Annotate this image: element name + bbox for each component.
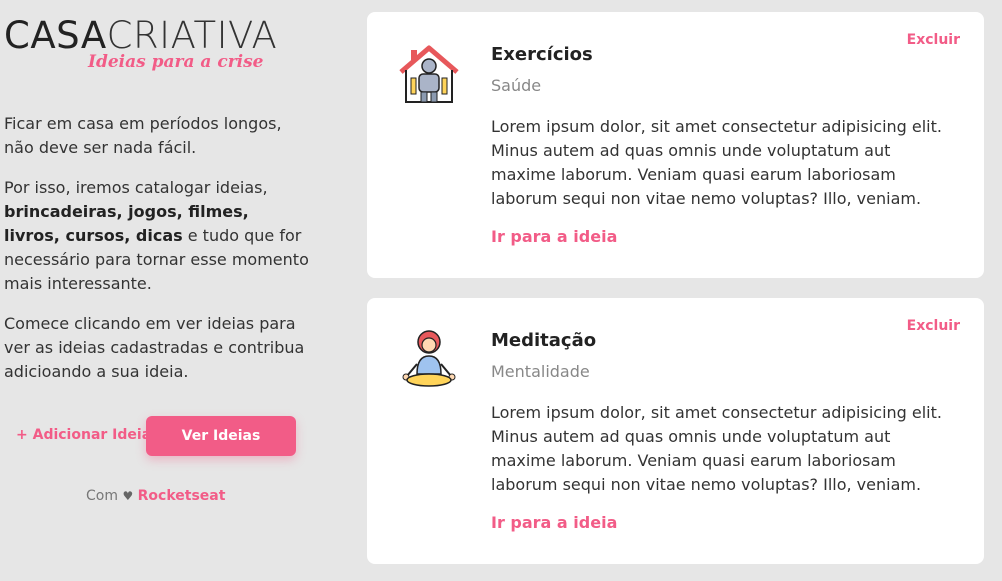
footer: Com ♥ Rocketseat	[86, 488, 225, 504]
meditation-icon	[397, 328, 461, 392]
intro-p2-before: Por isso, iremos catalogar ideias,	[4, 178, 268, 197]
idea-category: Mentalidade	[491, 362, 590, 381]
idea-description: Lorem ipsum dolor, sit amet consectetur …	[491, 403, 942, 494]
logo-light: CRIATIVA	[106, 14, 278, 57]
logo-tagline: Ideias para a crise	[88, 52, 264, 72]
intro-paragraph-3: Comece clicando em ver ideias para ver a…	[4, 314, 305, 381]
delete-button[interactable]: Excluir	[907, 318, 960, 334]
intro-text: Ficar em casa em períodos longos, não de…	[4, 112, 310, 400]
home-exercise-icon	[397, 42, 461, 106]
sidebar: CASACRIATIVA Ideias para a crise Ficar e…	[0, 0, 320, 581]
go-to-idea-link[interactable]: Ir para a ideia	[491, 513, 617, 532]
footer-brand-link[interactable]: Rocketseat	[138, 488, 226, 504]
idea-card: Exercícios Saúde Lorem ipsum dolor, sit …	[367, 12, 984, 278]
intro-paragraph-1: Ficar em casa em períodos longos, não de…	[4, 114, 282, 157]
idea-title: Exercícios	[491, 44, 593, 65]
delete-button[interactable]: Excluir	[907, 32, 960, 48]
idea-description: Lorem ipsum dolor, sit amet consectetur …	[491, 117, 942, 208]
view-ideas-button[interactable]: Ver Ideias	[146, 416, 296, 456]
idea-category: Saúde	[491, 76, 542, 95]
logo-bold: CASA	[4, 14, 107, 57]
idea-title: Meditação	[491, 330, 597, 351]
idea-card: Meditação Mentalidade Lorem ipsum dolor,…	[367, 298, 984, 564]
logo: CASACRIATIVA Ideias para a crise	[4, 14, 304, 72]
footer-prefix: Com	[86, 488, 118, 504]
add-idea-link[interactable]: + Adicionar Ideia	[16, 427, 151, 443]
actions: + Adicionar Ideia Ver Ideias	[16, 416, 316, 456]
heart-icon: ♥	[122, 489, 134, 503]
intro-paragraph-2: Por isso, iremos catalogar ideias, brinc…	[4, 176, 310, 296]
go-to-idea-link[interactable]: Ir para a ideia	[491, 227, 617, 246]
